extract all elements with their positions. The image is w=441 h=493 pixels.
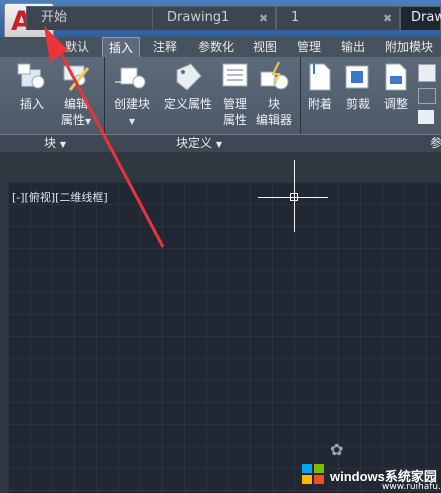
manage-attributes-icon [222,63,248,87]
define-attributes-label: 定义属性 [163,97,212,111]
block-editor-label-line1: 块 [267,97,280,111]
create-block-button[interactable]: 创建块 ▼ [108,60,156,130]
canvas-left-edge [0,182,8,493]
attach-button[interactable]: 附着 [302,60,338,112]
panel-block-label[interactable]: 块 ▼ [44,134,66,154]
attach-icon [309,62,331,91]
block-editor-icon [260,61,289,90]
create-block-label: 创建块 [113,97,150,111]
crosshair-pickbox [290,193,298,201]
chevron-down-icon: ▼ [215,140,222,149]
viewport-controls-label[interactable]: [-][俯视][二维线框] [12,189,108,205]
create-block-icon [115,67,146,89]
clip-button[interactable]: 剪裁 [340,60,376,112]
tab-view[interactable]: 视图 [246,37,284,57]
define-attributes-icon [176,63,202,91]
chevron-down-icon: ▼ [59,140,66,149]
edit-attribute-label-line1: 编辑 [63,97,88,111]
close-tab-icon[interactable]: ✖ [383,12,392,25]
doc-tab-1[interactable]: 1 [276,6,400,30]
edit-attribute-icon [63,65,90,91]
panel-block-definition-label[interactable]: 块定义 ▼ [176,134,222,154]
doc-tab-drawing-current[interactable]: Draw [400,6,441,30]
panel-reference-label[interactable]: 参 [430,134,441,152]
edit-attribute-label-line2: 属性 [60,113,85,127]
close-tab-icon[interactable]: ✖ [259,12,268,25]
tab-default[interactable]: 默认 [58,37,96,57]
manage-attributes-label-line1: 管理 [222,97,247,111]
insert-block-icon [17,63,45,89]
block-editor-label-line2: 编辑器 [255,113,292,127]
tab-parametric[interactable]: 参数化 [190,37,242,57]
watermark-url: www.ruihafu.com [382,482,441,492]
chevron-down-icon: ▼ [128,117,136,126]
adjust-button[interactable]: 调整 [378,60,414,112]
adjust-label: 调整 [383,97,408,111]
adjust-icon [385,63,407,91]
tab-manage[interactable]: 管理 [290,37,328,57]
attach-label: 附着 [307,97,332,111]
define-attributes-button[interactable]: 定义属性 [160,60,216,112]
underlay-icon[interactable] [418,64,436,82]
doc-tab-drawing1[interactable]: Drawing1 [152,6,276,30]
manage-attributes-button[interactable]: 管理 属性 [218,60,252,128]
insert-label: 插入 [19,97,44,111]
chevron-down-icon: ▼ [84,117,92,126]
document-tab-bar [0,152,441,182]
doc-tab-start[interactable]: 开始 [26,6,154,30]
insert-button[interactable]: 插入 [12,60,52,112]
tab-annotate[interactable]: 注释 [146,37,184,57]
tab-addins[interactable]: 附加模块 [378,37,440,57]
block-editor-button[interactable]: 块 编辑器 [252,60,296,128]
frames-icon[interactable] [418,88,436,104]
clip-label: 剪裁 [345,97,370,111]
edit-attribute-button[interactable]: 编辑 属性▼ [56,60,96,130]
tab-output[interactable]: 输出 [334,37,372,57]
snap-to-underlay-icon[interactable] [418,110,434,124]
drawing-canvas[interactable] [8,182,441,493]
tab-insert[interactable]: 插入 [102,37,140,57]
clip-icon [345,65,369,89]
manage-attributes-label-line2: 属性 [222,113,247,127]
paw-watermark-icon: ✿ [330,440,344,459]
